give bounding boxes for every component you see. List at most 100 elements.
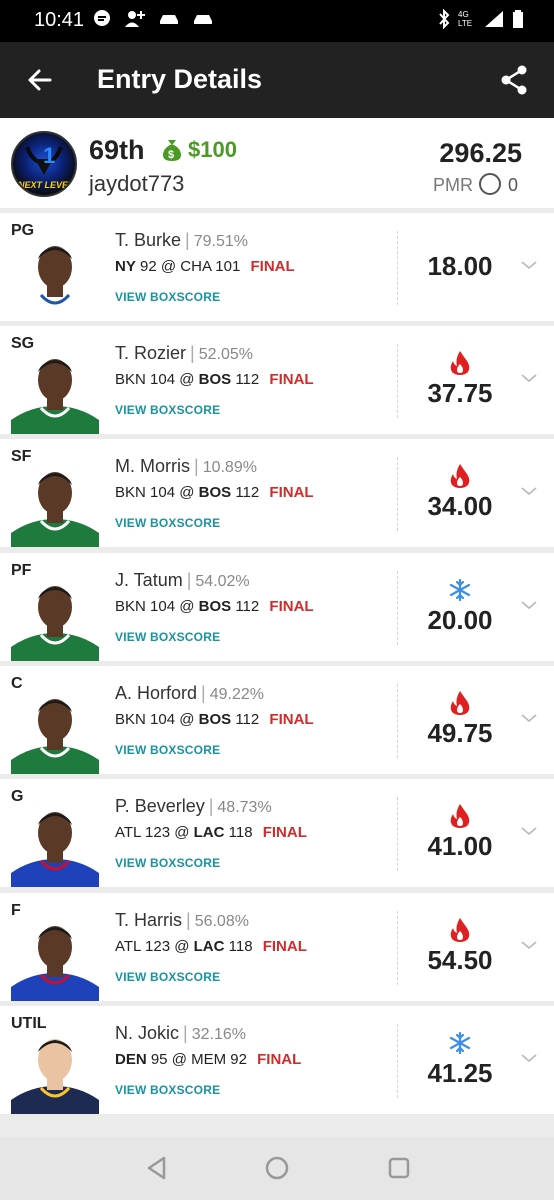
away-score: 104 xyxy=(150,598,176,615)
chevron-down-icon[interactable] xyxy=(520,712,538,724)
player-name: A. Horford xyxy=(115,683,198,703)
game-status: FINAL xyxy=(257,1051,302,1068)
away-score: 104 xyxy=(150,484,176,501)
player-row[interactable]: PG T. Burke | 79.51% NY 92 @ CHA 101 FINAL… xyxy=(0,213,554,321)
game-status: FINAL xyxy=(269,711,314,728)
home-team: BOS xyxy=(198,711,232,728)
player-headshot xyxy=(11,233,99,321)
view-boxscore-link[interactable]: VIEW BOXSCORE xyxy=(115,403,220,417)
snowflake-icon xyxy=(449,578,471,602)
chevron-down-icon[interactable] xyxy=(520,372,538,384)
chevron-down-icon[interactable] xyxy=(520,939,538,951)
away-score: 104 xyxy=(150,711,176,728)
fire-icon xyxy=(450,351,470,375)
at-symbol: @ xyxy=(174,824,190,841)
chevron-down-icon[interactable] xyxy=(520,485,538,497)
view-boxscore-link[interactable]: VIEW BOXSCORE xyxy=(115,1083,220,1097)
home-score: 101 xyxy=(215,258,241,275)
fantasy-points: 41.25 xyxy=(427,1058,493,1088)
player-row[interactable]: PF J. Tatum | 54.02% BKN 104 @ BOS 112 FIN… xyxy=(0,553,554,661)
fire-icon xyxy=(450,918,470,942)
away-team: BKN xyxy=(115,371,146,388)
view-boxscore-link[interactable]: VIEW BOXSCORE xyxy=(115,630,220,644)
chevron-down-icon[interactable] xyxy=(520,259,538,271)
snowflake-icon xyxy=(449,1031,471,1055)
ownership-percent: 52.05% xyxy=(198,346,253,363)
home-score: 112 xyxy=(235,484,260,501)
view-boxscore-link[interactable]: VIEW BOXSCORE xyxy=(115,743,220,757)
player-row[interactable]: G P. Beverley | 48.73% ATL 123 @ LAC 118 F… xyxy=(0,779,554,887)
chevron-down-icon[interactable] xyxy=(520,1052,538,1064)
player-row[interactable]: F T. Harris | 56.08% ATL 123 @ LAC 118 FIN… xyxy=(0,893,554,1001)
player-row[interactable]: UTIL N. Jokic | 32.16% DEN 95 @ MEM 92 FIN… xyxy=(0,1006,554,1114)
away-team: ATL xyxy=(115,938,141,955)
ownership-percent: 79.51% xyxy=(193,233,248,250)
at-symbol: @ xyxy=(179,371,195,388)
home-score: 112 xyxy=(235,598,260,615)
at-symbol: @ xyxy=(160,258,177,275)
away-team: ATL xyxy=(115,824,141,841)
back-button[interactable] xyxy=(22,62,58,98)
player-name: N. Jokic xyxy=(115,1023,180,1043)
view-boxscore-link[interactable]: VIEW BOXSCORE xyxy=(115,856,220,870)
game-status: FINAL xyxy=(262,824,307,841)
ownership-percent: 56.08% xyxy=(194,913,249,930)
signal-icon xyxy=(485,11,503,27)
chevron-down-icon[interactable] xyxy=(520,599,538,611)
fantasy-points: 18.00 xyxy=(427,251,493,281)
view-boxscore-link[interactable]: VIEW BOXSCORE xyxy=(115,290,220,304)
share-button[interactable] xyxy=(496,62,532,98)
home-team: CHA xyxy=(180,258,212,275)
player-headshot xyxy=(11,346,99,434)
ownership-percent: 49.22% xyxy=(209,686,264,703)
game-status: FINAL xyxy=(269,484,314,501)
player-row[interactable]: SF M. Morris | 10.89% BKN 104 @ BOS 112 FI… xyxy=(0,439,554,547)
fantasy-points: 37.75 xyxy=(427,378,493,408)
home-score: 112 xyxy=(235,711,260,728)
home-team: LAC xyxy=(193,938,225,955)
at-symbol: @ xyxy=(179,711,195,728)
ownership-percent: 54.02% xyxy=(195,573,250,590)
player-name: T. Harris xyxy=(115,910,182,930)
system-icons: 4G LTE xyxy=(438,9,524,29)
home-score: 118 xyxy=(228,938,253,955)
system-nav-bar xyxy=(0,1137,554,1200)
away-team: DEN xyxy=(115,1051,147,1068)
nav-back-icon[interactable] xyxy=(144,1155,170,1181)
pmr-label: PMR xyxy=(433,175,473,195)
add-person-icon xyxy=(125,11,145,27)
avatar: 1 NEXT LEVEL xyxy=(11,131,77,197)
away-team: NY xyxy=(115,258,136,275)
game-status: FINAL xyxy=(269,598,314,615)
game-status: FINAL xyxy=(262,938,307,955)
nav-home-icon[interactable] xyxy=(264,1155,290,1181)
money-bag-icon: $ xyxy=(163,140,181,161)
view-boxscore-link[interactable]: VIEW BOXSCORE xyxy=(115,516,220,530)
fire-icon xyxy=(450,464,470,488)
ownership-percent: 32.16% xyxy=(191,1026,246,1043)
player-name-line: A. Horford | 49.22% xyxy=(115,683,264,703)
nav-recents-icon[interactable] xyxy=(386,1155,412,1181)
player-row[interactable]: SG T. Rozier | 52.05% BKN 104 @ BOS 112 FI… xyxy=(0,326,554,434)
player-headshot xyxy=(11,1026,99,1114)
arrow-left-icon xyxy=(28,69,52,91)
player-name-line: T. Rozier | 52.05% xyxy=(115,343,253,363)
ownership-percent: 48.73% xyxy=(217,799,272,816)
away-team: BKN xyxy=(115,598,146,615)
view-boxscore-link[interactable]: VIEW BOXSCORE xyxy=(115,970,220,984)
status-bar: 10:41 4G LTE xyxy=(0,0,554,42)
game-status: FINAL xyxy=(250,258,295,275)
player-row[interactable]: C A. Horford | 49.22% BKN 104 @ BOS 112 FI… xyxy=(0,666,554,774)
fire-icon xyxy=(450,804,470,828)
chevron-down-icon[interactable] xyxy=(520,825,538,837)
at-symbol: @ xyxy=(174,938,190,955)
home-team: LAC xyxy=(193,824,225,841)
game-score-line: BKN 104 @ BOS 112 FINAL xyxy=(115,484,314,501)
game-score-line: ATL 123 @ LAC 118 FINAL xyxy=(115,824,307,841)
player-name: M. Morris xyxy=(115,456,190,476)
away-team: BKN xyxy=(115,711,146,728)
page-title: Entry Details xyxy=(97,64,263,94)
svg-text:$: $ xyxy=(168,149,174,161)
home-team: BOS xyxy=(198,598,232,615)
player-headshot xyxy=(11,799,99,887)
